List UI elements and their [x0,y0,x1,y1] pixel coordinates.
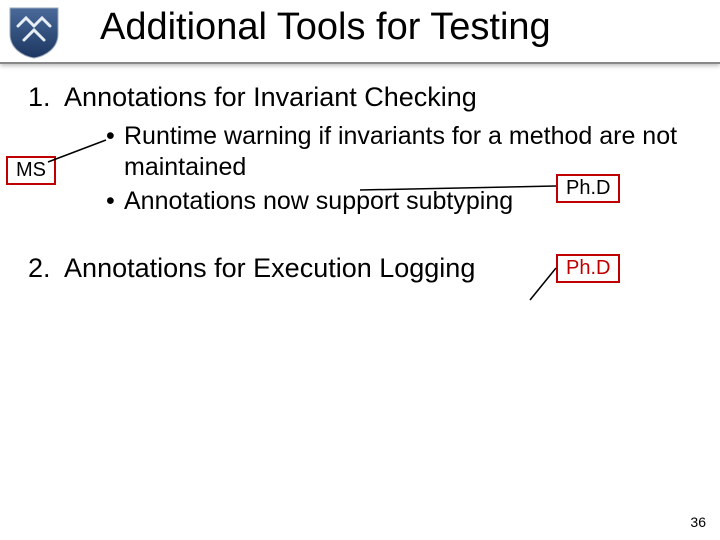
section-2-title: Annotations for Execution Logging [64,253,475,283]
page-number: 36 [690,514,706,530]
section-1-title: Annotations for Invariant Checking [64,82,477,112]
bullet-dot-icon: • [106,186,124,217]
ms-badge: MS [6,156,56,185]
phd-badge: Ph.D [556,254,620,283]
bullet-dot-icon: • [106,121,124,184]
slide-header: Additional Tools for Testing [0,0,720,64]
section-1-number: 1. [28,82,51,112]
section-1-heading: 1. Annotations for Invariant Checking [28,82,692,113]
shield-logo-icon [6,4,62,60]
section-2-number: 2. [28,253,51,283]
page-title: Additional Tools for Testing [100,6,551,49]
phd-badge: Ph.D [556,174,620,203]
